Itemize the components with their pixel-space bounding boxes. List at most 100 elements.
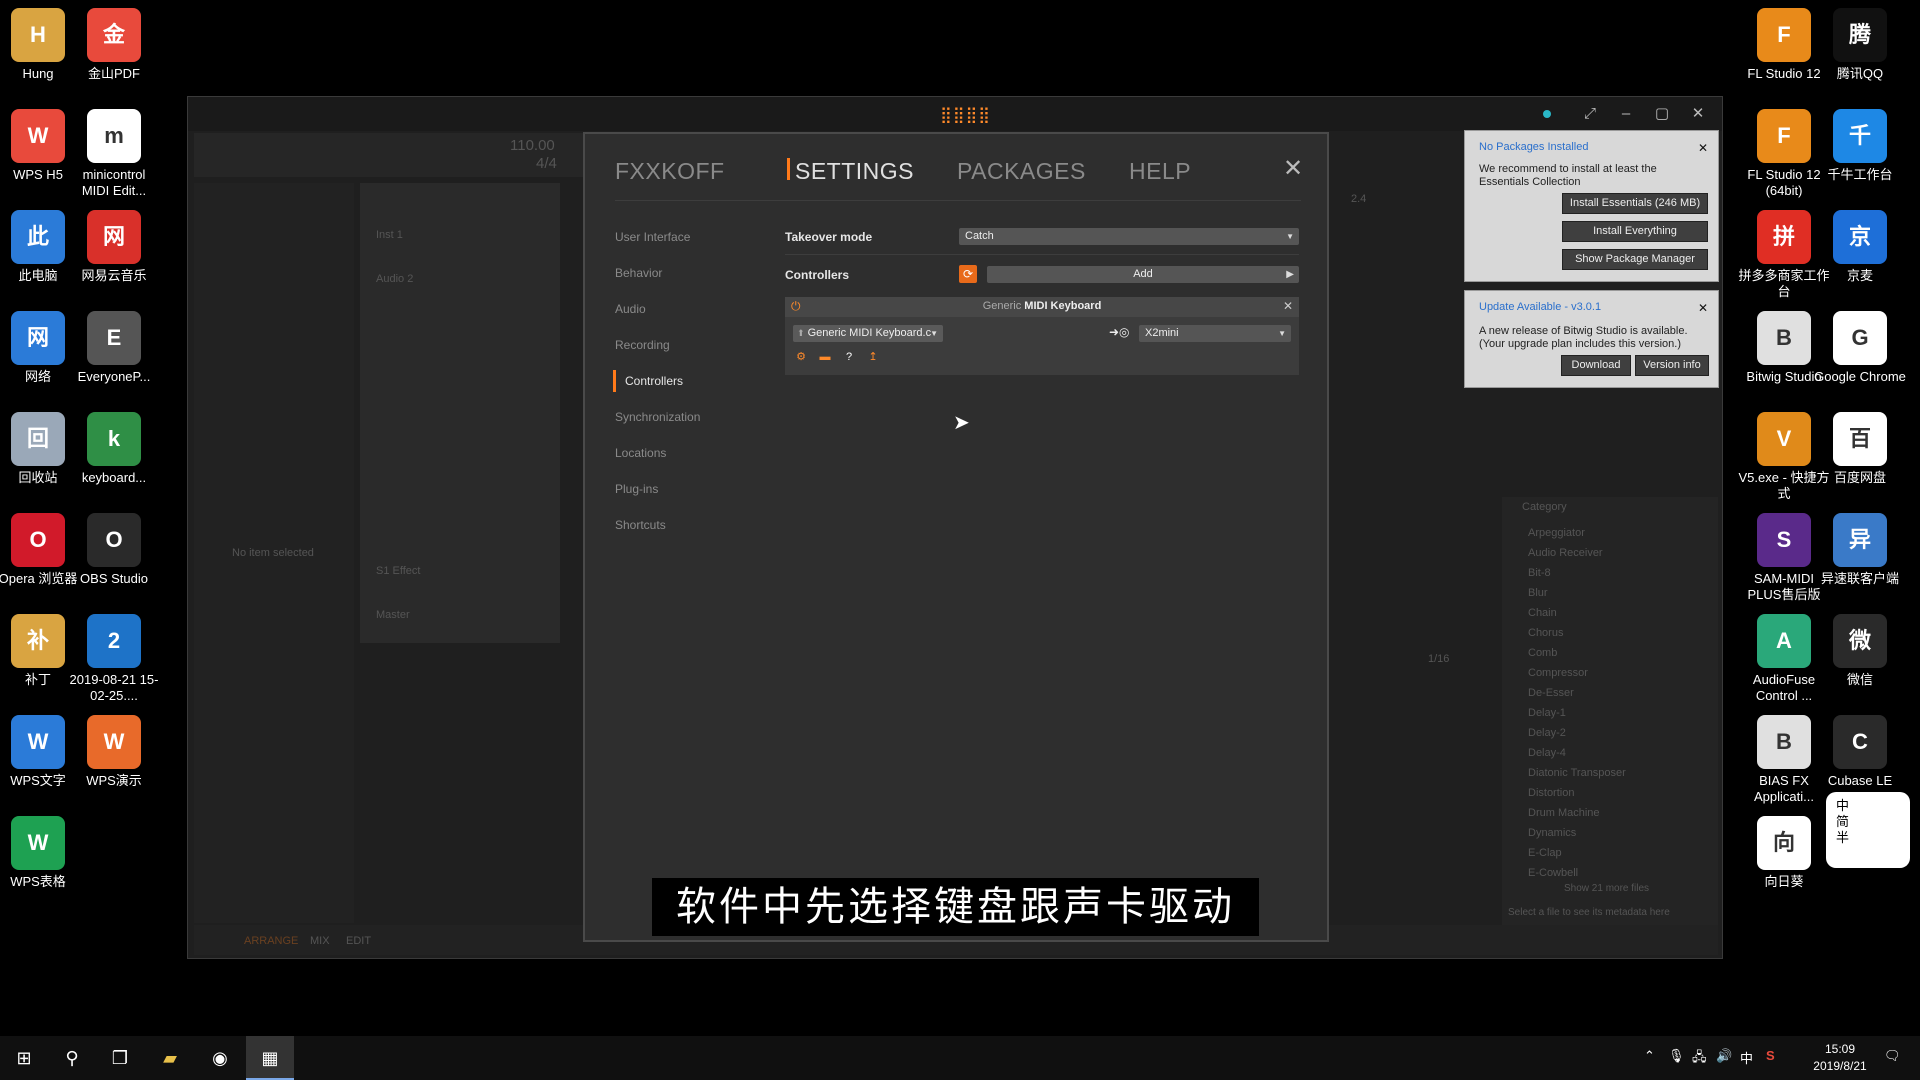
keyboard-icon: m <box>87 109 141 163</box>
browser-item[interactable]: E-Clap <box>1528 847 1562 859</box>
browser-item[interactable]: Delay-2 <box>1528 727 1566 739</box>
wechat-icon: 微 <box>1833 614 1887 668</box>
add-controller-button[interactable]: Add ▶ <box>987 266 1299 283</box>
desktop-icon[interactable]: 向向日葵 <box>1738 816 1830 890</box>
row-separator <box>785 254 1299 255</box>
bitwig-taskbar-icon[interactable]: ▦ <box>246 1036 294 1080</box>
sogou-icon[interactable]: S <box>1766 1048 1775 1063</box>
browser-item[interactable]: Delay-4 <box>1528 747 1566 759</box>
install-everything-button[interactable]: Install Everything <box>1562 221 1708 242</box>
desktop-icon[interactable]: k keyboard... <box>68 412 160 486</box>
desktop-icon[interactable]: W WPS演示 <box>68 715 160 789</box>
pin-icon[interactable]: ↥ <box>865 349 881 365</box>
settings-nav-behavior[interactable]: Behavior <box>615 266 662 280</box>
desktop-icon[interactable]: W WPS表格 <box>0 816 84 890</box>
ime-widget[interactable]: 中 简 半 <box>1826 792 1910 868</box>
dropdown-arrow-icon: ▼ <box>930 329 938 338</box>
notification-center-icon[interactable]: 🗨 <box>1884 1048 1901 1064</box>
browser-item[interactable]: E-Cowbell <box>1528 867 1578 879</box>
browser-item[interactable]: Arpeggiator <box>1528 527 1585 539</box>
install-essentials-button[interactable]: Install Essentials (246 MB) <box>1562 193 1708 214</box>
settings-nav-shortcuts[interactable]: Shortcuts <box>615 518 666 532</box>
maximize-button[interactable]: ▢ <box>1650 103 1674 125</box>
audiofuse-icon: A <box>1757 614 1811 668</box>
desktop-icon[interactable]: 2 2019-08-21 15-02-25.... <box>68 614 160 704</box>
file-explorer-icon[interactable]: ▰ <box>146 1036 194 1080</box>
tab-fxxkoff[interactable]: FXXKOFF <box>615 158 725 185</box>
settings-nav-plug-ins[interactable]: Plug-ins <box>615 482 658 496</box>
obs-taskbar-icon[interactable]: ◉ <box>196 1036 244 1080</box>
desktop-icon[interactable]: m minicontrol MIDI Edit... <box>68 109 160 199</box>
minimize-button[interactable]: – <box>1614 103 1638 125</box>
folder-icon: H <box>11 8 65 62</box>
desktop-icon[interactable]: 异异速联客户端 <box>1814 513 1906 587</box>
browser-item[interactable]: Comb <box>1528 647 1557 659</box>
close-window-button[interactable]: ✕ <box>1686 103 1710 125</box>
desktop-icon[interactable]: 腾腾讯QQ <box>1814 8 1906 82</box>
download-button[interactable]: Download <box>1561 355 1631 376</box>
browser-item[interactable]: Diatonic Transposer <box>1528 767 1626 779</box>
tab-packages[interactable]: PACKAGES <box>957 158 1086 185</box>
desktop-icon[interactable]: C Cubase LE <box>1814 715 1906 789</box>
help-icon[interactable]: ? <box>841 349 857 365</box>
desktop-icon[interactable]: O OBS Studio <box>68 513 160 587</box>
update-notification-title: Update Available - v3.0.1 <box>1479 301 1602 313</box>
version-info-button[interactable]: Version info <box>1635 355 1709 376</box>
desktop-icon[interactable]: E EveryoneP... <box>68 311 160 385</box>
midi-input-select[interactable]: ⬆ Generic MIDI Keyboard.c ▼ <box>793 325 943 342</box>
network-icon: 网 <box>11 311 65 365</box>
settings-nav-controllers[interactable]: Controllers <box>625 374 683 388</box>
refresh-controllers-icon[interactable]: ⟳ <box>959 265 977 283</box>
tab-help[interactable]: HELP <box>1129 158 1191 185</box>
remove-controller-icon[interactable]: ✕ <box>1283 299 1293 313</box>
tab-settings[interactable]: SETTINGS <box>795 158 914 185</box>
browser-item[interactable]: Chain <box>1528 607 1557 619</box>
footer-tab-edit[interactable]: EDIT <box>346 935 371 947</box>
browser-item[interactable]: De-Esser <box>1528 687 1574 699</box>
desktop-icon[interactable]: 金金山PDF <box>68 8 160 82</box>
microphone-icon[interactable]: 🎙 <box>1668 1048 1685 1064</box>
browser-item[interactable]: Drum Machine <box>1528 807 1600 819</box>
browser-item[interactable]: Chorus <box>1528 627 1563 639</box>
takeover-mode-label: Takeover mode <box>785 230 873 244</box>
close-dialog-button[interactable]: ✕ <box>1283 154 1303 183</box>
takeover-mode-select[interactable]: Catch ▼ <box>959 228 1299 245</box>
search-icon[interactable]: ⚲ <box>48 1036 96 1080</box>
desktop-icon[interactable]: 千千牛工作台 <box>1814 109 1906 183</box>
browser-item[interactable]: Blur <box>1528 587 1548 599</box>
settings-nav-audio[interactable]: Audio <box>615 302 646 316</box>
browser-item[interactable]: Delay-1 <box>1528 707 1566 719</box>
desktop-icon[interactable]: 百百度网盘 <box>1814 412 1906 486</box>
browser-item[interactable]: Bit-8 <box>1528 567 1551 579</box>
tray-expand-icon[interactable]: ⌃ <box>1644 1048 1655 1064</box>
clock[interactable]: 15:09 2019/8/21 <box>1800 1041 1880 1075</box>
task-view-icon[interactable]: ❐ <box>96 1036 144 1080</box>
settings-nav-recording[interactable]: Recording <box>615 338 670 352</box>
network-tray-icon[interactable]: 🖧 <box>1692 1048 1707 1070</box>
comment-icon[interactable]: ▬ <box>817 349 833 365</box>
start-button[interactable]: ⊞ <box>0 1036 48 1080</box>
volume-icon[interactable]: 🔊 <box>1716 1048 1732 1064</box>
browser-item[interactable]: Distortion <box>1528 787 1574 799</box>
browser-item[interactable]: Dynamics <box>1528 827 1576 839</box>
desktop-icon[interactable]: 京京麦 <box>1814 210 1906 284</box>
close-notification-icon[interactable]: ✕ <box>1698 141 1708 155</box>
settings-nav-user-interface[interactable]: User Interface <box>615 230 690 244</box>
desktop-icon-label: 百度网盘 <box>1833 470 1886 485</box>
footer-tab-mix[interactable]: MIX <box>310 935 330 947</box>
footer-tab-arrange[interactable]: ARRANGE <box>244 935 298 947</box>
desktop-icon[interactable]: 微微信 <box>1814 614 1906 688</box>
settings-nav-synchronization[interactable]: Synchronization <box>615 410 700 424</box>
settings-gear-icon[interactable]: ⚙ <box>793 349 809 365</box>
settings-nav-locations[interactable]: Locations <box>615 446 666 460</box>
desktop-icon[interactable]: G Google Chrome <box>1814 311 1906 385</box>
fullscreen-icon[interactable]: ⤢ <box>1578 103 1602 125</box>
browser-item[interactable]: Audio Receiver <box>1528 547 1603 559</box>
midi-output-select[interactable]: X2mini ▼ <box>1139 325 1291 342</box>
browser-item[interactable]: Compressor <box>1528 667 1588 679</box>
desktop-icon[interactable]: 网网易云音乐 <box>68 210 160 284</box>
show-package-manager-button[interactable]: Show Package Manager <box>1562 249 1708 270</box>
close-notification-icon[interactable]: ✕ <box>1698 301 1708 315</box>
ime-indicator[interactable]: 中 <box>1740 1048 1753 1067</box>
tempo-display: 110.00 <box>510 137 555 154</box>
